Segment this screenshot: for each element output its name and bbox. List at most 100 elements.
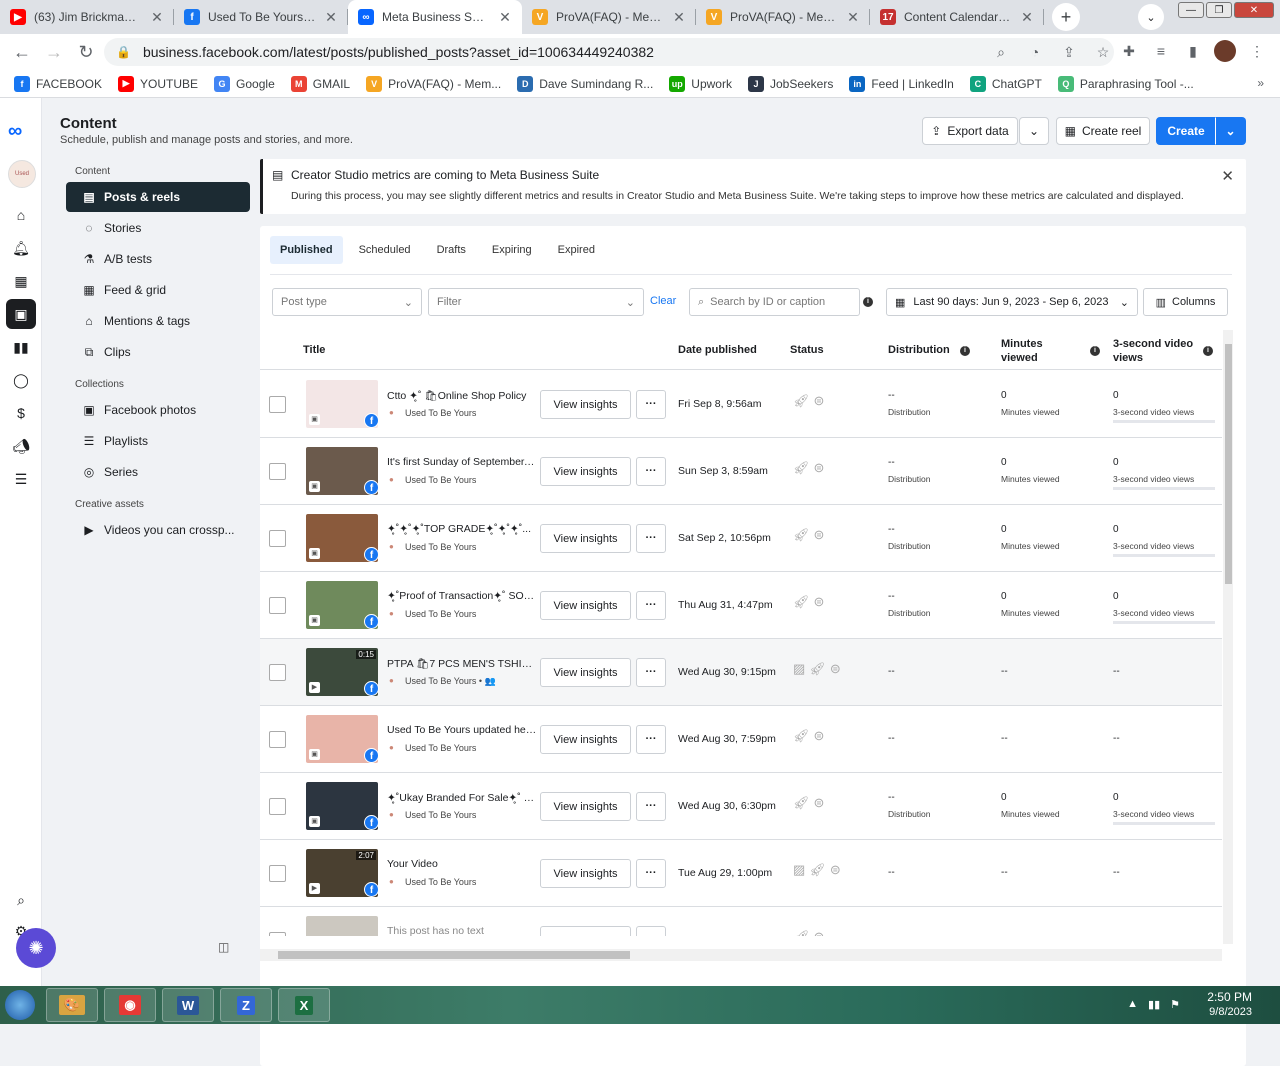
bookmark-item[interactable]: V ProVA(FAQ) - Mem... bbox=[366, 75, 501, 92]
search-icon[interactable]: ⌕ bbox=[10, 889, 32, 911]
horizontal-scroll-thumb[interactable] bbox=[278, 951, 630, 959]
browser-tab[interactable]: V ProVA(FAQ) - Memb ✕ bbox=[696, 0, 870, 34]
more-options-button[interactable]: ··· bbox=[636, 457, 666, 486]
tray-arrow-icon[interactable]: ▲ bbox=[1127, 998, 1138, 1011]
browser-tab[interactable]: f Used To Be Yours | Fa ✕ bbox=[174, 0, 348, 34]
browser-tab[interactable]: ▶ (63) Jim Brickman, D ✕ bbox=[0, 0, 174, 34]
create-button[interactable]: Create bbox=[1156, 117, 1216, 145]
close-tab-icon[interactable]: ✕ bbox=[498, 9, 512, 26]
boost-icon[interactable]: 🚀︎ bbox=[793, 594, 810, 610]
post-title[interactable]: ✦̥̥˚Ukay Branded For Sale✦̥̥˚ 🛍... bbox=[387, 791, 537, 804]
more-status-icon[interactable]: ⊜ bbox=[814, 594, 825, 610]
meta-logo-icon[interactable]: ∞ bbox=[8, 120, 22, 143]
row-checkbox[interactable] bbox=[269, 865, 286, 882]
view-insights-button[interactable]: View insights bbox=[540, 792, 631, 821]
notifications-icon[interactable]: 🔔︎ bbox=[10, 237, 32, 259]
bookmark-star-icon[interactable]: ☆ bbox=[1092, 44, 1114, 61]
close-tab-icon[interactable]: ✕ bbox=[846, 9, 860, 26]
tab-scheduled[interactable]: Scheduled bbox=[349, 236, 421, 264]
close-tab-icon[interactable]: ✕ bbox=[672, 9, 686, 26]
clock[interactable]: 2:50 PM 9/8/2023 bbox=[1207, 990, 1252, 1020]
boost-icon[interactable]: 🚀︎ bbox=[793, 728, 810, 744]
sidebar-item-playlists[interactable]: ☰ Playlists bbox=[66, 426, 250, 456]
view-insights-button[interactable]: View insights bbox=[540, 591, 631, 620]
sidebar-item-videos-you-can-crossp-[interactable]: ▶ Videos you can crossp... bbox=[66, 515, 250, 545]
row-checkbox[interactable] bbox=[269, 932, 286, 936]
bookmark-item[interactable]: f FACEBOOK bbox=[14, 75, 102, 92]
filter-select[interactable]: Filter ⌄ bbox=[428, 288, 644, 316]
planner-icon[interactable]: ▦ bbox=[10, 270, 32, 292]
boost-icon[interactable]: 🚀︎ bbox=[793, 527, 810, 543]
create-dropdown-button[interactable]: ⌄ bbox=[1215, 117, 1246, 145]
speed-icon[interactable]: ◔ bbox=[1024, 44, 1046, 60]
more-options-button[interactable]: ··· bbox=[636, 591, 666, 620]
word-app[interactable]: W bbox=[162, 988, 214, 1022]
tab-search-button[interactable]: ⌄ bbox=[1138, 4, 1164, 30]
start-button[interactable] bbox=[0, 986, 40, 1024]
collapse-sidebar-icon[interactable]: ◫ bbox=[218, 940, 229, 954]
inbox-app[interactable]: Z bbox=[220, 988, 272, 1022]
content-icon[interactable]: ▣ bbox=[6, 299, 36, 329]
more-options-button[interactable]: ··· bbox=[636, 859, 666, 888]
post-title[interactable]: ✦̥̥˚Proof of Transaction✦̥̥˚ SOL... bbox=[387, 590, 537, 602]
boost-icon[interactable]: 🚀︎ bbox=[809, 862, 826, 878]
tab-published[interactable]: Published bbox=[270, 236, 343, 264]
share-icon[interactable]: ⇪ bbox=[1058, 44, 1080, 61]
page-avatar[interactable]: Used bbox=[8, 160, 36, 188]
clear-filters-link[interactable]: Clear bbox=[650, 295, 676, 307]
header-distribution[interactable]: Distribution bbox=[888, 344, 950, 356]
minutes-info-icon[interactable]: i bbox=[1090, 346, 1100, 356]
sidebar-item-a-b-tests[interactable]: ⚗ A/B tests bbox=[66, 244, 250, 274]
horizontal-scrollbar[interactable] bbox=[260, 949, 1222, 961]
post-title[interactable]: This post has no text bbox=[387, 925, 537, 936]
close-window-button[interactable]: ✕ bbox=[1234, 2, 1274, 18]
row-checkbox[interactable] bbox=[269, 530, 286, 547]
new-tab-button[interactable]: + bbox=[1052, 3, 1080, 31]
insights-icon[interactable]: ▮▮ bbox=[10, 336, 32, 358]
boost-icon[interactable]: 🚀︎ bbox=[809, 661, 826, 677]
sidebar-item-stories[interactable]: ◌ Stories bbox=[66, 213, 250, 243]
view-insights-button[interactable]: View insights bbox=[540, 926, 631, 936]
monetization-icon[interactable]: $ bbox=[10, 402, 32, 424]
tab-expiring[interactable]: Expiring bbox=[482, 236, 542, 264]
more-status-icon[interactable]: ⊜ bbox=[814, 795, 825, 811]
post-title[interactable]: PTPA 🛍7 PCS MEN'S TSHIRT (... bbox=[387, 657, 537, 670]
row-checkbox[interactable] bbox=[269, 664, 286, 681]
close-tab-icon[interactable]: ✕ bbox=[324, 9, 338, 26]
profile-avatar[interactable] bbox=[1214, 40, 1236, 62]
more-options-button[interactable]: ··· bbox=[636, 725, 666, 754]
boost-icon[interactable]: 🚀︎ bbox=[793, 460, 810, 476]
more-options-button[interactable]: ··· bbox=[636, 658, 666, 687]
reload-button[interactable]: ↻ bbox=[70, 42, 102, 63]
more-status-icon[interactable]: ⊜ bbox=[814, 929, 825, 936]
browser-tab[interactable]: V ProVA(FAQ) - Memb ✕ bbox=[522, 0, 696, 34]
more-status-icon[interactable]: ⊜ bbox=[830, 862, 841, 878]
tab-expired[interactable]: Expired bbox=[548, 236, 605, 264]
paint-app[interactable]: 🎨 bbox=[46, 988, 98, 1022]
create-reel-button[interactable]: ▦ Create reel bbox=[1056, 117, 1150, 145]
bookmark-item[interactable]: J JobSeekers bbox=[747, 75, 833, 92]
header-3s-views[interactable]: 3-second video views bbox=[1113, 337, 1203, 365]
view-insights-button[interactable]: View insights bbox=[540, 457, 631, 486]
row-checkbox[interactable] bbox=[269, 396, 286, 413]
header-title[interactable]: Title bbox=[303, 344, 325, 356]
view-insights-button[interactable]: View insights bbox=[540, 524, 631, 553]
boost-icon[interactable]: 🚀︎ bbox=[793, 393, 810, 409]
more-options-button[interactable]: ··· bbox=[636, 390, 666, 419]
date-range-picker[interactable]: ▦ Last 90 days: Jun 9, 2023 - Sep 6, 2023… bbox=[886, 288, 1138, 316]
bookmarks-overflow-button[interactable]: » bbox=[1257, 76, 1264, 90]
bookmark-item[interactable]: G Google bbox=[214, 75, 275, 92]
post-type-select[interactable]: Post type ⌄ bbox=[272, 288, 422, 316]
home-icon[interactable]: ⌂ bbox=[10, 204, 32, 226]
more-status-icon[interactable]: ⊜ bbox=[830, 661, 841, 677]
lock-icon[interactable]: 🔒 bbox=[116, 45, 131, 59]
assistant-fab-icon[interactable]: ✺ bbox=[16, 928, 56, 968]
more-options-button[interactable]: ··· bbox=[636, 792, 666, 821]
post-title[interactable]: Your Video bbox=[387, 858, 537, 870]
row-checkbox[interactable] bbox=[269, 463, 286, 480]
side-panel-icon[interactable]: ▮ bbox=[1182, 43, 1204, 60]
minimize-button[interactable]: — bbox=[1178, 2, 1204, 18]
excel-app[interactable]: X bbox=[278, 988, 330, 1022]
tab-drafts[interactable]: Drafts bbox=[427, 236, 476, 264]
more-status-icon[interactable]: ⊜ bbox=[814, 460, 825, 476]
